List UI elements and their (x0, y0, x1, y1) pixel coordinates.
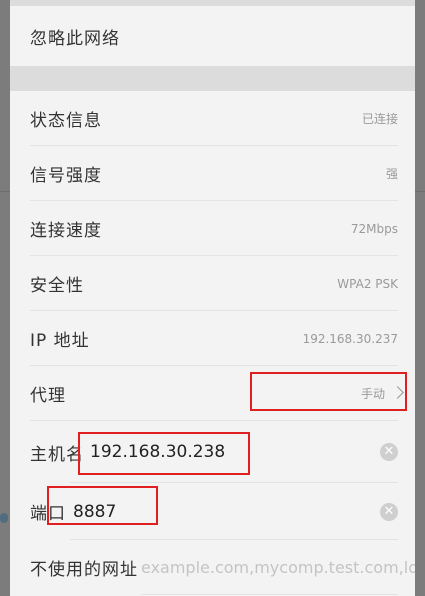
status-value: 已连接 (361, 112, 398, 126)
info-row-ip: IP 地址 192.168.30.237 (10, 311, 415, 366)
security-value: WPA2 PSK (337, 276, 398, 291)
highlight-box-proxy (250, 372, 407, 411)
info-row-signal: 信号强度 强 (10, 146, 415, 201)
background-app-left (0, 0, 10, 596)
signal-label: 信号强度 (30, 166, 102, 186)
security-label: 安全性 (30, 276, 84, 296)
speed-value: 72Mbps (350, 221, 398, 236)
forget-network-row[interactable]: 忽略此网络 (10, 6, 415, 66)
background-divider (0, 191, 10, 192)
clear-circle-icon[interactable]: ✕ (380, 502, 398, 521)
info-row-security: 安全性 WPA2 PSK (10, 256, 415, 311)
status-label: 状态信息 (30, 111, 102, 131)
background-divider (415, 191, 425, 192)
hostname-label: 主机名 (30, 444, 84, 465)
forget-network-label: 忽略此网络 (30, 28, 120, 49)
info-row-speed: 连接速度 72Mbps (10, 201, 415, 256)
highlight-box-port (47, 486, 158, 525)
ip-label: IP 地址 (30, 331, 90, 351)
section-gap (10, 66, 415, 91)
microphone-icon (0, 513, 8, 523)
info-row-status: 状态信息 已连接 (10, 91, 415, 146)
bypass-row: 不使用的网址 example.com,mycomp.test.com,local… (10, 540, 415, 595)
input-underline (141, 594, 398, 595)
clear-circle-icon[interactable]: ✕ (380, 443, 398, 461)
ip-value: 192.168.30.237 (302, 331, 398, 346)
bypass-label: 不使用的网址 (30, 560, 138, 580)
signal-value: 强 (385, 167, 398, 181)
proxy-label: 代理 (30, 386, 66, 406)
background-app-right (415, 0, 425, 596)
highlight-box-hostname (78, 432, 250, 475)
bypass-input[interactable]: example.com,mycomp.test.com,localhost (141, 558, 415, 577)
speed-label: 连接速度 (30, 221, 102, 241)
